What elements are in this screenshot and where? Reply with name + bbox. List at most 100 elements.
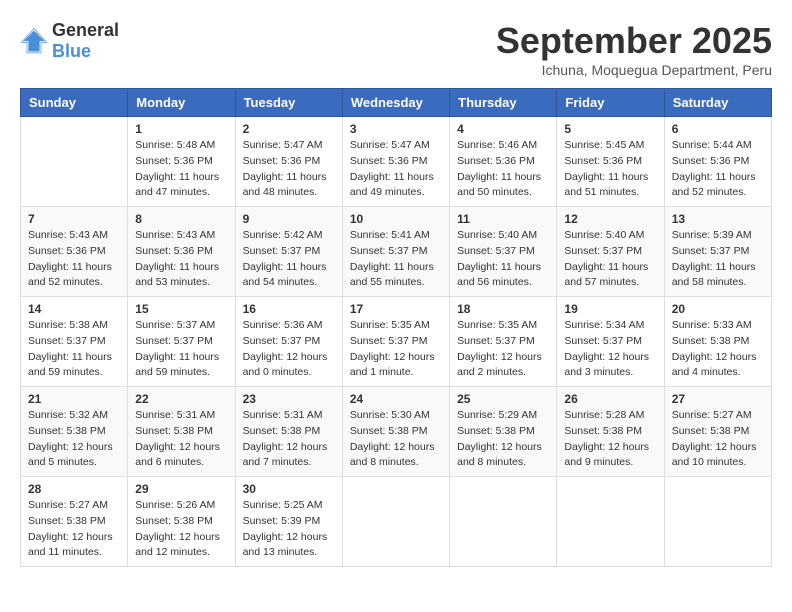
day-info: Sunrise: 5:47 AMSunset: 5:36 PMDaylight:… bbox=[350, 139, 434, 198]
day-number: 17 bbox=[350, 302, 442, 316]
day-number: 15 bbox=[135, 302, 227, 316]
table-cell: 23 Sunrise: 5:31 AMSunset: 5:38 PMDaylig… bbox=[235, 387, 342, 477]
table-cell: 2 Sunrise: 5:47 AMSunset: 5:36 PMDayligh… bbox=[235, 117, 342, 207]
table-cell: 30 Sunrise: 5:25 AMSunset: 5:39 PMDaylig… bbox=[235, 477, 342, 567]
day-number: 22 bbox=[135, 392, 227, 406]
table-cell: 24 Sunrise: 5:30 AMSunset: 5:38 PMDaylig… bbox=[342, 387, 449, 477]
day-number: 13 bbox=[672, 212, 764, 226]
day-info: Sunrise: 5:43 AMSunset: 5:36 PMDaylight:… bbox=[28, 229, 112, 288]
page-header: General Blue September 2025 Ichuna, Moqu… bbox=[20, 20, 772, 78]
day-info: Sunrise: 5:27 AMSunset: 5:38 PMDaylight:… bbox=[672, 409, 757, 468]
weekday-header-row: Sunday Monday Tuesday Wednesday Thursday… bbox=[21, 89, 772, 117]
day-info: Sunrise: 5:39 AMSunset: 5:37 PMDaylight:… bbox=[672, 229, 756, 288]
day-number: 19 bbox=[564, 302, 656, 316]
header-sunday: Sunday bbox=[21, 89, 128, 117]
day-number: 1 bbox=[135, 122, 227, 136]
day-number: 14 bbox=[28, 302, 120, 316]
table-cell: 4 Sunrise: 5:46 AMSunset: 5:36 PMDayligh… bbox=[450, 117, 557, 207]
table-cell: 22 Sunrise: 5:31 AMSunset: 5:38 PMDaylig… bbox=[128, 387, 235, 477]
day-number: 9 bbox=[243, 212, 335, 226]
day-number: 23 bbox=[243, 392, 335, 406]
day-number: 20 bbox=[672, 302, 764, 316]
header-thursday: Thursday bbox=[450, 89, 557, 117]
logo-icon bbox=[20, 27, 48, 55]
day-info: Sunrise: 5:30 AMSunset: 5:38 PMDaylight:… bbox=[350, 409, 435, 468]
day-info: Sunrise: 5:31 AMSunset: 5:38 PMDaylight:… bbox=[135, 409, 220, 468]
table-cell: 20 Sunrise: 5:33 AMSunset: 5:38 PMDaylig… bbox=[664, 297, 771, 387]
day-number: 4 bbox=[457, 122, 549, 136]
table-cell: 21 Sunrise: 5:32 AMSunset: 5:38 PMDaylig… bbox=[21, 387, 128, 477]
week-row-4: 21 Sunrise: 5:32 AMSunset: 5:38 PMDaylig… bbox=[21, 387, 772, 477]
table-cell: 26 Sunrise: 5:28 AMSunset: 5:38 PMDaylig… bbox=[557, 387, 664, 477]
header-monday: Monday bbox=[128, 89, 235, 117]
table-cell: 28 Sunrise: 5:27 AMSunset: 5:38 PMDaylig… bbox=[21, 477, 128, 567]
table-cell: 7 Sunrise: 5:43 AMSunset: 5:36 PMDayligh… bbox=[21, 207, 128, 297]
table-cell: 18 Sunrise: 5:35 AMSunset: 5:37 PMDaylig… bbox=[450, 297, 557, 387]
day-number: 29 bbox=[135, 482, 227, 496]
header-saturday: Saturday bbox=[664, 89, 771, 117]
table-cell: 17 Sunrise: 5:35 AMSunset: 5:37 PMDaylig… bbox=[342, 297, 449, 387]
day-number: 26 bbox=[564, 392, 656, 406]
table-cell: 11 Sunrise: 5:40 AMSunset: 5:37 PMDaylig… bbox=[450, 207, 557, 297]
day-info: Sunrise: 5:25 AMSunset: 5:39 PMDaylight:… bbox=[243, 499, 328, 558]
day-number: 12 bbox=[564, 212, 656, 226]
table-cell: 19 Sunrise: 5:34 AMSunset: 5:37 PMDaylig… bbox=[557, 297, 664, 387]
calendar-table: Sunday Monday Tuesday Wednesday Thursday… bbox=[20, 88, 772, 567]
table-cell bbox=[664, 477, 771, 567]
table-cell: 6 Sunrise: 5:44 AMSunset: 5:36 PMDayligh… bbox=[664, 117, 771, 207]
title-area: September 2025 Ichuna, Moquegua Departme… bbox=[496, 20, 772, 78]
day-info: Sunrise: 5:42 AMSunset: 5:37 PMDaylight:… bbox=[243, 229, 327, 288]
table-cell: 13 Sunrise: 5:39 AMSunset: 5:37 PMDaylig… bbox=[664, 207, 771, 297]
logo-blue: Blue bbox=[52, 41, 91, 61]
day-info: Sunrise: 5:34 AMSunset: 5:37 PMDaylight:… bbox=[564, 319, 649, 378]
day-number: 28 bbox=[28, 482, 120, 496]
day-number: 2 bbox=[243, 122, 335, 136]
table-cell: 16 Sunrise: 5:36 AMSunset: 5:37 PMDaylig… bbox=[235, 297, 342, 387]
day-info: Sunrise: 5:48 AMSunset: 5:36 PMDaylight:… bbox=[135, 139, 219, 198]
day-info: Sunrise: 5:43 AMSunset: 5:36 PMDaylight:… bbox=[135, 229, 219, 288]
logo: General Blue bbox=[20, 20, 119, 62]
header-wednesday: Wednesday bbox=[342, 89, 449, 117]
week-row-1: 1 Sunrise: 5:48 AMSunset: 5:36 PMDayligh… bbox=[21, 117, 772, 207]
table-cell: 10 Sunrise: 5:41 AMSunset: 5:37 PMDaylig… bbox=[342, 207, 449, 297]
location-title: Ichuna, Moquegua Department, Peru bbox=[496, 62, 772, 78]
table-cell: 25 Sunrise: 5:29 AMSunset: 5:38 PMDaylig… bbox=[450, 387, 557, 477]
day-info: Sunrise: 5:47 AMSunset: 5:36 PMDaylight:… bbox=[243, 139, 327, 198]
day-number: 8 bbox=[135, 212, 227, 226]
day-info: Sunrise: 5:37 AMSunset: 5:37 PMDaylight:… bbox=[135, 319, 219, 378]
day-info: Sunrise: 5:40 AMSunset: 5:37 PMDaylight:… bbox=[457, 229, 541, 288]
day-info: Sunrise: 5:26 AMSunset: 5:38 PMDaylight:… bbox=[135, 499, 220, 558]
day-info: Sunrise: 5:36 AMSunset: 5:37 PMDaylight:… bbox=[243, 319, 328, 378]
day-info: Sunrise: 5:46 AMSunset: 5:36 PMDaylight:… bbox=[457, 139, 541, 198]
day-number: 18 bbox=[457, 302, 549, 316]
table-cell: 1 Sunrise: 5:48 AMSunset: 5:36 PMDayligh… bbox=[128, 117, 235, 207]
day-info: Sunrise: 5:27 AMSunset: 5:38 PMDaylight:… bbox=[28, 499, 113, 558]
logo-general: General bbox=[52, 20, 119, 40]
day-info: Sunrise: 5:32 AMSunset: 5:38 PMDaylight:… bbox=[28, 409, 113, 468]
table-cell bbox=[342, 477, 449, 567]
logo-text: General Blue bbox=[52, 20, 119, 62]
table-cell: 3 Sunrise: 5:47 AMSunset: 5:36 PMDayligh… bbox=[342, 117, 449, 207]
day-info: Sunrise: 5:35 AMSunset: 5:37 PMDaylight:… bbox=[350, 319, 435, 378]
day-number: 11 bbox=[457, 212, 549, 226]
week-row-3: 14 Sunrise: 5:38 AMSunset: 5:37 PMDaylig… bbox=[21, 297, 772, 387]
day-info: Sunrise: 5:31 AMSunset: 5:38 PMDaylight:… bbox=[243, 409, 328, 468]
day-info: Sunrise: 5:38 AMSunset: 5:37 PMDaylight:… bbox=[28, 319, 112, 378]
table-cell: 8 Sunrise: 5:43 AMSunset: 5:36 PMDayligh… bbox=[128, 207, 235, 297]
day-info: Sunrise: 5:35 AMSunset: 5:37 PMDaylight:… bbox=[457, 319, 542, 378]
day-number: 27 bbox=[672, 392, 764, 406]
table-cell: 29 Sunrise: 5:26 AMSunset: 5:38 PMDaylig… bbox=[128, 477, 235, 567]
day-number: 30 bbox=[243, 482, 335, 496]
table-cell: 15 Sunrise: 5:37 AMSunset: 5:37 PMDaylig… bbox=[128, 297, 235, 387]
day-number: 7 bbox=[28, 212, 120, 226]
day-number: 16 bbox=[243, 302, 335, 316]
table-cell bbox=[21, 117, 128, 207]
day-number: 5 bbox=[564, 122, 656, 136]
header-tuesday: Tuesday bbox=[235, 89, 342, 117]
day-number: 10 bbox=[350, 212, 442, 226]
day-info: Sunrise: 5:29 AMSunset: 5:38 PMDaylight:… bbox=[457, 409, 542, 468]
day-info: Sunrise: 5:45 AMSunset: 5:36 PMDaylight:… bbox=[564, 139, 648, 198]
week-row-5: 28 Sunrise: 5:27 AMSunset: 5:38 PMDaylig… bbox=[21, 477, 772, 567]
table-cell: 12 Sunrise: 5:40 AMSunset: 5:37 PMDaylig… bbox=[557, 207, 664, 297]
day-info: Sunrise: 5:28 AMSunset: 5:38 PMDaylight:… bbox=[564, 409, 649, 468]
